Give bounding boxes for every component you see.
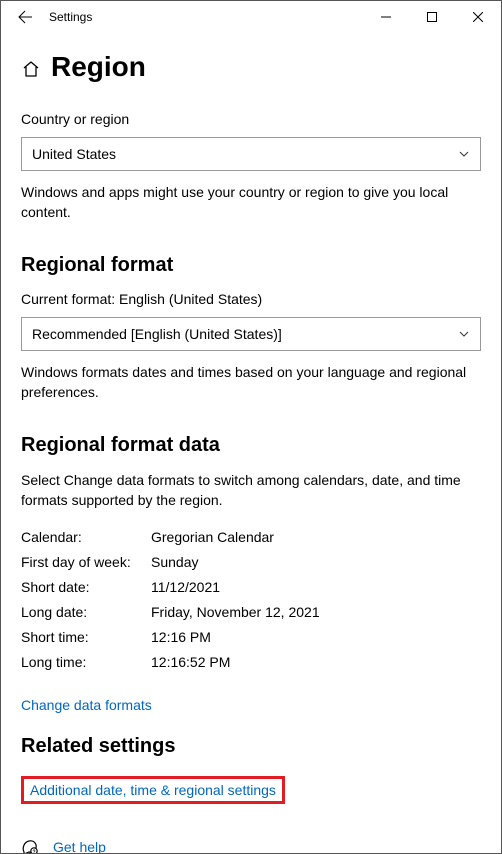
firstday-key: First day of week: (21, 554, 151, 570)
highlight-annotation: Additional date, time & regional setting… (21, 776, 285, 804)
content-area: Region Country or region United States W… (1, 33, 501, 853)
shorttime-key: Short time: (21, 629, 151, 645)
minimize-button[interactable] (363, 1, 409, 33)
maximize-button[interactable] (409, 1, 455, 33)
longtime-key: Long time: (21, 654, 151, 670)
maximize-icon (427, 12, 437, 22)
format-data-title: Regional format data (21, 434, 481, 457)
format-data-table: Calendar:Gregorian Calendar First day of… (21, 529, 481, 670)
chevron-down-icon (458, 328, 470, 340)
settings-window: Settings Region Country or region United… (0, 0, 502, 854)
svg-text:?: ? (32, 849, 35, 853)
country-label: Country or region (21, 111, 481, 127)
chevron-down-icon (458, 148, 470, 160)
window-title: Settings (49, 10, 92, 24)
close-button[interactable] (455, 1, 501, 33)
help-icon: ? (21, 838, 39, 853)
regional-format-dropdown[interactable]: Recommended [English (United States)] (21, 317, 481, 351)
calendar-key: Calendar: (21, 529, 151, 545)
country-dropdown[interactable]: United States (21, 137, 481, 171)
table-row: Calendar:Gregorian Calendar (21, 529, 481, 545)
longdate-value: Friday, November 12, 2021 (151, 604, 320, 620)
get-help-row: ? Get help (21, 838, 481, 853)
close-icon (473, 12, 483, 22)
shortdate-key: Short date: (21, 579, 151, 595)
table-row: Long date:Friday, November 12, 2021 (21, 604, 481, 620)
shorttime-value: 12:16 PM (151, 629, 211, 645)
minimize-icon (381, 12, 391, 22)
additional-settings-link[interactable]: Additional date, time & regional setting… (30, 782, 276, 798)
format-data-desc: Select Change data formats to switch amo… (21, 471, 481, 510)
arrow-left-icon (17, 9, 33, 25)
longdate-key: Long date: (21, 604, 151, 620)
longtime-value: 12:16:52 PM (151, 654, 230, 670)
regional-format-title: Regional format (21, 254, 481, 277)
country-desc: Windows and apps might use your country … (21, 183, 481, 222)
table-row: First day of week:Sunday (21, 554, 481, 570)
firstday-value: Sunday (151, 554, 198, 570)
related-settings-title: Related settings (21, 735, 481, 758)
window-controls (363, 1, 501, 33)
table-row: Long time:12:16:52 PM (21, 654, 481, 670)
shortdate-value: 11/12/2021 (151, 579, 220, 595)
change-data-formats-link[interactable]: Change data formats (21, 697, 152, 713)
calendar-value: Gregorian Calendar (151, 529, 274, 545)
home-icon (21, 59, 41, 79)
table-row: Short date:11/12/2021 (21, 579, 481, 595)
back-button[interactable] (5, 1, 45, 33)
regional-format-desc: Windows formats dates and times based on… (21, 363, 481, 402)
get-help-link[interactable]: Get help (53, 839, 106, 853)
current-format-label: Current format: English (United States) (21, 291, 481, 307)
table-row: Short time:12:16 PM (21, 629, 481, 645)
titlebar: Settings (1, 1, 501, 33)
country-value: United States (32, 146, 116, 162)
page-header: Region (21, 51, 481, 83)
page-title: Region (51, 51, 146, 83)
regional-format-value: Recommended [English (United States)] (32, 326, 282, 342)
